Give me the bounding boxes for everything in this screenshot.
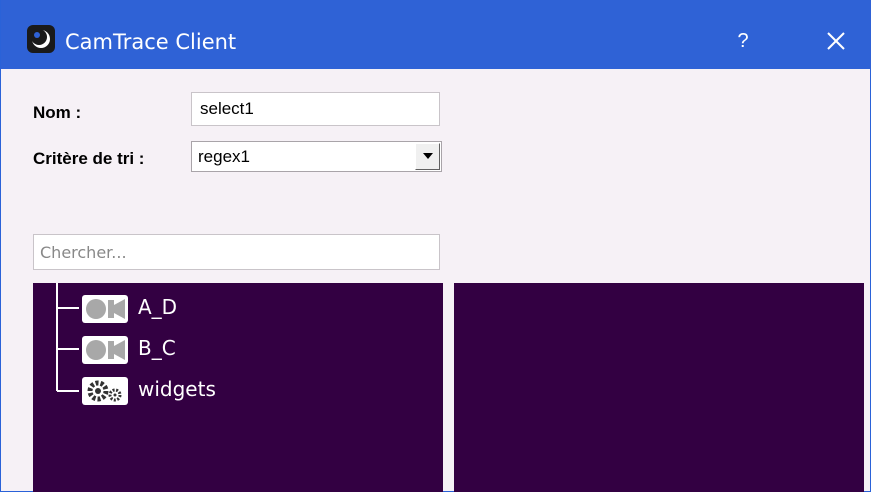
tree-view[interactable]: A_D B_C widgets: [33, 283, 443, 492]
name-label: Nom :: [33, 103, 82, 122]
camera-icon: [82, 336, 128, 364]
gears-icon: [82, 377, 128, 405]
tree-item-label: A_D: [138, 295, 178, 319]
window-title: CamTrace Client: [65, 30, 237, 54]
dialog-window: CamTrace Client ? Nom : Critère de tri :…: [0, 0, 871, 492]
sort-criteria-value: regex1: [198, 147, 250, 166]
camera-icon: [82, 295, 128, 323]
sort-criteria-label: Critère de tri :: [33, 149, 145, 168]
name-input[interactable]: [191, 92, 440, 126]
close-icon[interactable]: [811, 22, 861, 60]
tree-item-label: widgets: [138, 377, 216, 401]
chevron-down-icon: [423, 153, 433, 159]
app-eye-icon: [27, 25, 55, 53]
detail-panel: [454, 283, 864, 492]
dropdown-button[interactable]: [415, 143, 440, 170]
search-input[interactable]: [33, 234, 440, 270]
tree-item-label: B_C: [138, 336, 176, 360]
title-bar[interactable]: CamTrace Client ?: [1, 0, 871, 69]
sort-criteria-select[interactable]: regex1: [191, 141, 442, 172]
help-button[interactable]: ?: [723, 24, 763, 58]
